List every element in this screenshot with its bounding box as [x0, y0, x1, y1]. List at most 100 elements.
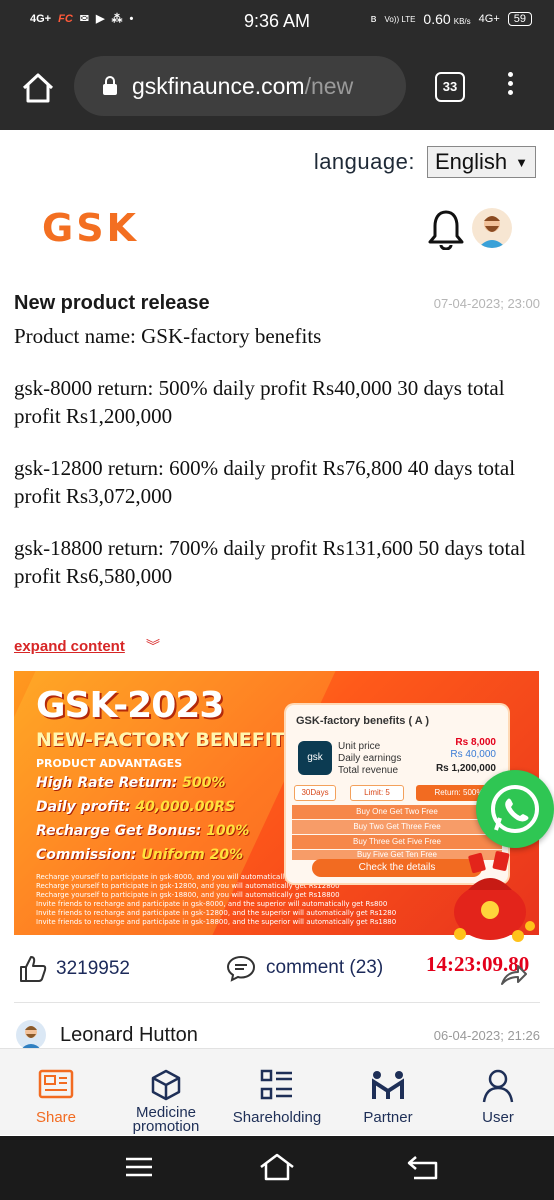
next-post-date: 06-04-2023; 21:26: [433, 1028, 540, 1043]
signal-4g: 4G+: [478, 13, 500, 25]
banner-fine-print: Invite friends to recharge and participa…: [36, 909, 397, 917]
language-select[interactable]: English ▼: [426, 146, 536, 178]
daily-earnings-value: Rs 40,000: [450, 749, 496, 760]
whatsapp-button[interactable]: [476, 770, 554, 848]
system-nav-bar: [0, 1136, 554, 1200]
nav-partner[interactable]: Partner: [334, 1049, 442, 1135]
url-host: gskfinaunce.com: [132, 72, 305, 99]
avatar-illustration: [478, 216, 506, 248]
banner-fine-print: Recharge yourself to participate in gsk-…: [36, 891, 340, 899]
banner-title: GSK-2023: [36, 685, 224, 726]
url-field[interactable]: gskfinaunce.com/new: [74, 56, 406, 116]
advantage-key: High Rate Return:: [36, 775, 178, 791]
thumbs-up-icon: [20, 956, 47, 982]
author-avatar-illustration: [20, 1026, 42, 1050]
buy-offer: Buy Two Get Three Free: [292, 820, 502, 834]
nav-share[interactable]: Share: [2, 1049, 110, 1135]
nav-medicine-promotion-label: Medicine promotion: [132, 1104, 200, 1135]
language-row: language: English ▼: [314, 146, 536, 178]
user-avatar[interactable]: [472, 208, 512, 248]
gsk-badge: gsk: [298, 741, 332, 775]
menu-dot: [507, 72, 513, 77]
post-paragraph: gsk-18800 return: 700% daily profit Rs13…: [14, 536, 526, 588]
system-home-icon[interactable]: [258, 1152, 296, 1182]
banner-advantage: High Rate Return: 500%: [36, 775, 226, 791]
nav-user-label: User: [482, 1109, 514, 1126]
double-chevron-down-icon[interactable]: ︾: [146, 636, 160, 656]
comment-button[interactable]: comment (23): [226, 954, 383, 982]
status-bar: 4G+ FC ✉ ▶ ⁂ • 9:36 AM ʙ Vo)) LTE 0.60 K…: [0, 0, 554, 44]
unit-price-value: Rs 8,000: [455, 737, 496, 748]
days-pill: 30Days: [294, 785, 336, 801]
browser-toolbar: gskfinaunce.com/new 33: [0, 44, 554, 130]
share-card-icon: [38, 1069, 74, 1099]
like-count: 3219952: [56, 958, 130, 979]
partner-icon: [372, 1071, 404, 1099]
banner-subtitle: NEW-FACTORY BENEFITS: [36, 729, 299, 751]
advantage-key: Daily profit:: [36, 799, 131, 815]
language-value: English: [434, 149, 508, 174]
advantage-value: Uniform 20%: [141, 847, 244, 863]
card-title: GSK-factory benefits ( A ): [296, 715, 430, 727]
network-speed: 0.60 KB/s: [423, 11, 470, 27]
home-button[interactable]: [20, 70, 56, 106]
nav-shareholding-label: Shareholding: [232, 1109, 322, 1126]
post-date: 07-04-2023; 23:00: [433, 296, 540, 311]
network-speed-value: 0.60: [423, 11, 451, 27]
user-icon: [482, 1069, 514, 1103]
bluetooth-icon: ʙ: [370, 13, 377, 25]
cube-icon: [151, 1069, 181, 1101]
post-paragraph: Product name: GSK-factory benefits: [14, 324, 322, 348]
unit-price-label: Unit price: [338, 741, 381, 752]
like-button[interactable]: 3219952: [18, 954, 130, 984]
comment-label: comment (23): [266, 957, 384, 978]
limit-pill: Limit: 5: [350, 785, 404, 801]
browser-menu-button[interactable]: [500, 68, 520, 108]
menu-dot: [507, 81, 513, 86]
system-back-icon[interactable]: [406, 1154, 440, 1180]
banner-fine-print: Invite friends to recharge and participa…: [36, 918, 397, 926]
comment-icon: [226, 955, 256, 982]
language-label: language:: [313, 149, 415, 174]
nav-partner-label: Partner: [363, 1109, 413, 1126]
expand-content-link[interactable]: expand content: [14, 638, 125, 655]
advantage-value: 100%: [206, 823, 250, 839]
banner-fine-print: Invite friends to recharge and participa…: [36, 900, 388, 908]
list-grid-icon: [260, 1069, 292, 1100]
recent-apps-icon[interactable]: [124, 1156, 154, 1178]
nav-shareholding[interactable]: Shareholding: [223, 1049, 331, 1135]
banner-advantage: Recharge Get Bonus: 100%: [36, 823, 249, 839]
money-bag-icon[interactable]: [440, 846, 540, 946]
banner-fine-print: Recharge yourself to participate in gsk-…: [36, 882, 340, 890]
banner-advantage: Daily profit: 40,000.00RS: [36, 799, 235, 815]
post-paragraph: gsk-8000 return: 500% daily profit Rs40,…: [14, 376, 505, 428]
tab-switcher-button[interactable]: 33: [435, 72, 465, 102]
post-paragraph: gsk-12800 return: 600% daily profit Rs76…: [14, 456, 516, 508]
buy-offer: Buy One Get Two Free: [292, 805, 502, 819]
nav-share-label: Share: [35, 1109, 77, 1126]
banner-advantages-heading: PRODUCT ADVANTAGES: [36, 757, 183, 770]
post-divider: [14, 1002, 540, 1003]
gsk-logo: GSK: [42, 206, 140, 250]
advantage-value: 500%: [182, 775, 226, 791]
post-body: Product name: GSK-factory benefits gsk-8…: [14, 322, 538, 614]
network-speed-unit: KB/s: [453, 17, 471, 26]
advantage-key: Recharge Get Bonus:: [36, 823, 202, 839]
status-right: ʙ Vo)) LTE 0.60 KB/s 4G+ 59: [371, 11, 532, 27]
banner-advantage: Commission: Uniform 20%: [36, 847, 243, 863]
lock-icon: [103, 76, 117, 95]
nav-medicine-promotion[interactable]: Medicine promotion: [112, 1049, 220, 1135]
author-avatar: [16, 1020, 46, 1050]
bottom-nav: Share Medicine promotion Shareholding Pa…: [0, 1048, 554, 1135]
bell-icon[interactable]: [427, 208, 465, 250]
post-header: New product release 07-04-2023; 23:00: [14, 292, 540, 315]
share-icon[interactable]: [500, 962, 528, 986]
home-icon: [22, 73, 54, 103]
volte-label: Vo)) LTE: [384, 14, 416, 24]
battery-indicator: 59: [507, 12, 532, 26]
menu-dot: [507, 90, 513, 95]
url-path: /new: [304, 72, 354, 99]
advantage-value: 40,000.00RS: [135, 799, 236, 815]
nav-user[interactable]: User: [444, 1049, 552, 1135]
total-revenue-label: Total revenue: [338, 765, 399, 776]
